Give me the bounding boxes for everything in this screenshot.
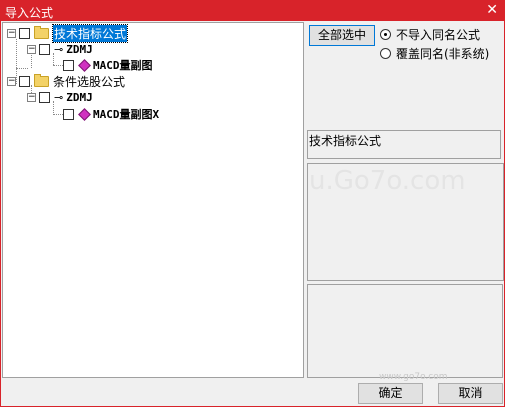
- group-checkbox[interactable]: [19, 27, 30, 39]
- tree-node-formula[interactable]: MACD量副图X: [63, 106, 159, 122]
- tree-node-label[interactable]: ZDMJ: [66, 43, 93, 56]
- collapse-toggle[interactable]: −: [27, 92, 36, 102]
- option-skip-duplicates[interactable]: 不导入同名公式: [380, 26, 480, 43]
- tree-node-subgroup[interactable]: − ⊸ ZDMJ: [27, 89, 93, 105]
- option-label: 不导入同名公式: [396, 28, 481, 42]
- key-icon: ⊸: [54, 42, 63, 56]
- title-bar: 导入公式 ✕: [1, 1, 504, 21]
- collapse-toggle[interactable]: −: [7, 76, 16, 86]
- radio-selected-icon[interactable]: [380, 29, 391, 40]
- folder-icon: [34, 25, 49, 39]
- key-icon: ⊸: [54, 90, 63, 104]
- tree-line: [16, 68, 28, 69]
- option-overwrite-duplicates[interactable]: 覆盖同名(非系统): [380, 45, 489, 62]
- tree-node-label[interactable]: MACD量副图: [93, 57, 153, 73]
- subgroup-checkbox[interactable]: [39, 43, 50, 55]
- tree-line: [53, 114, 63, 115]
- tree-node-group[interactable]: − 技术指标公式: [7, 23, 129, 43]
- option-label: 覆盖同名(非系统): [396, 47, 490, 61]
- watermark-footer: www.go7o.com: [379, 372, 448, 382]
- formula-tree[interactable]: − 技术指标公式 − ⊸ ZDMJ MACD量副图 − 条件选股公式 − ⊸ Z…: [2, 22, 304, 378]
- group-checkbox[interactable]: [19, 75, 30, 87]
- formula-gem-icon: [78, 58, 91, 72]
- window-title: 导入公式: [5, 6, 54, 20]
- collapse-toggle[interactable]: −: [7, 28, 16, 38]
- formula-checkbox[interactable]: [63, 59, 74, 71]
- radio-unselected-icon[interactable]: [380, 48, 391, 59]
- watermark: u.Go7o.com: [309, 166, 466, 196]
- tree-node-label[interactable]: MACD量副图X: [93, 106, 159, 122]
- subgroup-checkbox[interactable]: [39, 91, 50, 103]
- formula-type-display: 技术指标公式: [307, 130, 501, 159]
- formula-checkbox[interactable]: [63, 108, 74, 120]
- tree-node-label[interactable]: 条件选股公式: [53, 73, 125, 90]
- cancel-button[interactable]: 取消: [438, 383, 503, 404]
- tree-node-group[interactable]: − 条件选股公式: [7, 73, 125, 89]
- folder-icon: [34, 73, 49, 87]
- collapse-toggle[interactable]: −: [27, 44, 36, 54]
- formula-description-panel: [307, 284, 503, 378]
- tree-node-label[interactable]: 技术指标公式: [51, 23, 129, 43]
- import-formula-dialog: 导入公式 ✕ − 技术指标公式 − ⊸ ZDMJ MACD量副图 − 条件选股公…: [0, 0, 505, 407]
- tree-line: [53, 65, 63, 66]
- tree-node-formula[interactable]: MACD量副图: [63, 57, 153, 73]
- formula-gem-icon: [78, 107, 91, 121]
- tree-node-subgroup[interactable]: − ⊸ ZDMJ: [27, 41, 93, 57]
- select-all-button[interactable]: 全部选中: [309, 25, 375, 46]
- tree-node-label[interactable]: ZDMJ: [66, 91, 93, 104]
- close-icon[interactable]: ✕: [486, 2, 498, 18]
- ok-button[interactable]: 确定: [358, 383, 423, 404]
